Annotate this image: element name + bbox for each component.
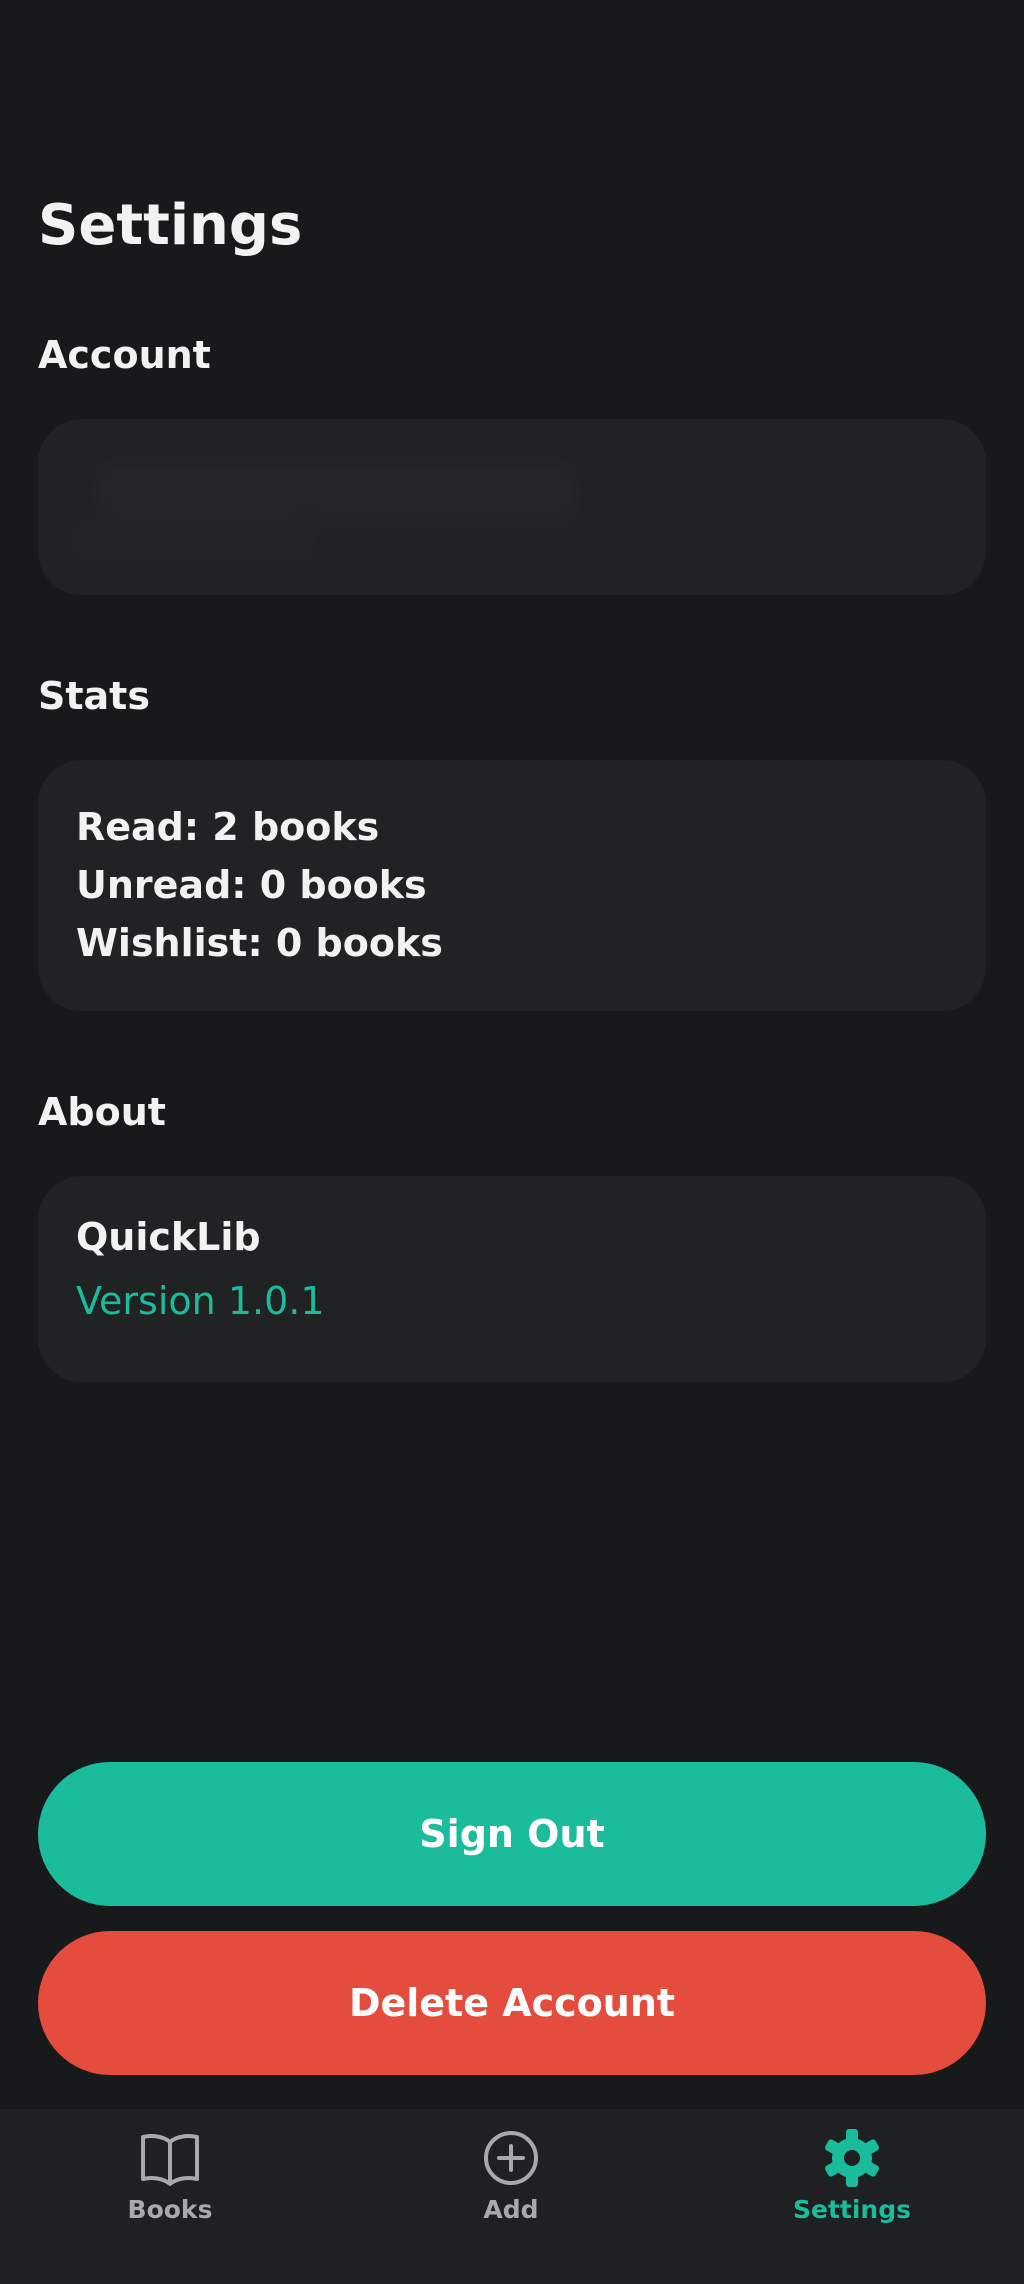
settings-screen: Settings Account Stats Read: 2 books Unr… (0, 0, 1024, 2284)
page-title: Settings (38, 193, 303, 258)
book-open-icon (141, 2134, 199, 2186)
redacted-account-email (68, 521, 318, 561)
app-name: QuickLib (76, 1215, 261, 1259)
nav-item-add[interactable]: Add (411, 2125, 611, 2235)
delete-account-button[interactable]: Delete Account (38, 1931, 986, 2075)
account-section-title: Account (38, 333, 211, 377)
nav-label-books: Books (127, 2195, 213, 2224)
stats-section-title: Stats (38, 674, 150, 718)
nav-label-add: Add (483, 2195, 539, 2224)
sign-out-button[interactable]: Sign Out (38, 1762, 986, 1906)
bottom-nav: Books Add Settings (0, 2109, 1024, 2284)
redacted-account-name (96, 461, 576, 525)
add-circle-icon (484, 2131, 538, 2185)
stat-read: Read: 2 books (76, 805, 380, 849)
about-section-title: About (38, 1090, 166, 1134)
app-version: Version 1.0.1 (76, 1279, 325, 1323)
gear-icon (824, 2129, 880, 2187)
account-card (38, 419, 986, 595)
nav-item-settings[interactable]: Settings (752, 2125, 952, 2235)
about-card: QuickLib Version 1.0.1 (38, 1176, 986, 1382)
stats-card: Read: 2 books Unread: 0 books Wishlist: … (38, 760, 986, 1011)
stat-wishlist: Wishlist: 0 books (76, 921, 443, 965)
nav-item-books[interactable]: Books (70, 2125, 270, 2235)
nav-label-settings: Settings (792, 2195, 911, 2224)
stat-unread: Unread: 0 books (76, 863, 427, 907)
